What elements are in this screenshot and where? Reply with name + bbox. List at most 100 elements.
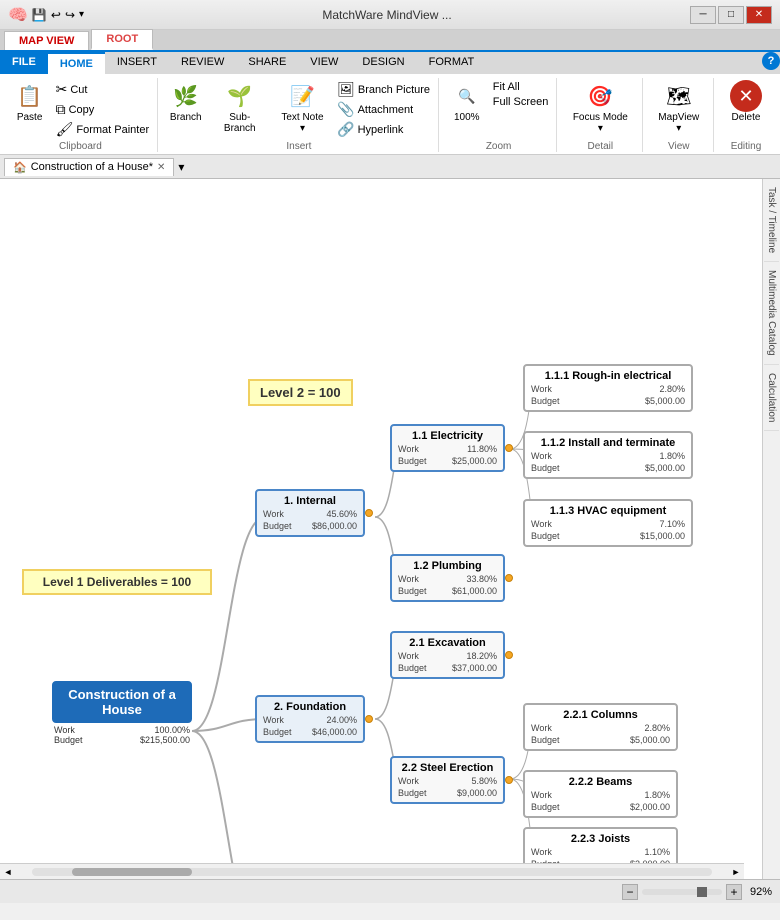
node-columns[interactable]: 2.2.1 Columns Work 2.80% Budget $5,000.0… (523, 703, 678, 751)
tab-dropdown-arrow[interactable]: ▾ (178, 160, 184, 174)
beams-budget: $2,000.00 (630, 802, 670, 812)
paste-label: Paste (17, 112, 43, 123)
tab-design[interactable]: DESIGN (350, 52, 416, 74)
tab-format[interactable]: FORMAT (417, 52, 487, 74)
node-plumbing[interactable]: 1.2 Plumbing Work 33.80% Budget $61,000.… (390, 554, 505, 602)
tab-root[interactable]: ROOT (91, 29, 153, 50)
app-icon: 🧠 (8, 5, 28, 25)
zoom-plus-button[interactable]: + (726, 884, 742, 900)
install-terminate-title: 1.1.2 Install and terminate (531, 437, 685, 449)
focus-mode-icon: 🎯 (584, 80, 616, 112)
zoom-slider[interactable] (642, 889, 722, 895)
tab-review[interactable]: REVIEW (169, 52, 236, 74)
detail-content: 🎯 Focus Mode ▾ (565, 78, 635, 139)
clipboard-small-col: ✂ Cut ⧉ Copy 🖌 Format Painter (54, 78, 152, 139)
tab-map-view[interactable]: MAP VIEW (4, 31, 89, 50)
node-install-terminate[interactable]: 1.1.2 Install and terminate Work 1.80% B… (523, 431, 693, 479)
tab-file[interactable]: FILE (0, 52, 48, 74)
delete-button[interactable]: ✕ Delete (726, 78, 766, 125)
joists-title: 2.2.3 Joists (531, 833, 670, 845)
copy-button[interactable]: ⧉ Copy (54, 100, 152, 119)
foundation-data: Work 24.00% (263, 715, 357, 725)
tab-share[interactable]: SHARE (236, 52, 298, 74)
node-internal[interactable]: 1. Internal Work 45.60% Budget $86,000.0… (255, 489, 365, 537)
beams-work: 1.80% (644, 790, 670, 800)
tab-home[interactable]: HOME (48, 52, 105, 74)
columns-budget-row: Budget $5,000.00 (531, 735, 670, 745)
mapview-button[interactable]: 🗺 MapView ▾ (651, 78, 707, 136)
internal-data: Work 45.60% (263, 509, 357, 519)
title-bar-left: 🧠 💾 ↩ ↪ ▾ (8, 5, 84, 25)
zoom-small-col: Fit All Full Screen (491, 78, 551, 109)
focus-mode-label: Focus Mode ▾ (569, 112, 631, 134)
internal-budget: $86,000.00 (312, 521, 357, 531)
focus-mode-button[interactable]: 🎯 Focus Mode ▾ (565, 78, 635, 136)
node-rough-in[interactable]: 1.1.1 Rough-in electrical Work 2.80% Bud… (523, 364, 693, 412)
copy-label: Copy (69, 104, 95, 116)
sidebar-tab-calculation[interactable]: Calculation (764, 365, 779, 431)
node-root[interactable]: Construction of a House Work 100.00% Bud… (52, 681, 192, 745)
level2-label: Level 2 = 100 (248, 379, 353, 406)
mapview-icon: 🗺 (663, 80, 695, 112)
branch-picture-label: Branch Picture (358, 84, 430, 96)
doc-tab-main[interactable]: 🏠 Construction of a House* ✕ (4, 158, 174, 176)
editing-content: ✕ Delete (726, 78, 766, 139)
quick-save[interactable]: 💾 (32, 8, 47, 22)
ribbon-tabs: FILE HOME INSERT REVIEW SHARE VIEW DESIG… (0, 52, 780, 74)
attachment-button[interactable]: 📎 Attachment (335, 100, 432, 119)
quick-undo[interactable]: ↩ (51, 8, 61, 22)
scroll-h-track[interactable] (32, 868, 712, 876)
sidebar-tab-multimedia[interactable]: Multimedia Catalog (764, 262, 779, 365)
rough-in-box: 1.1.1 Rough-in electrical Work 2.80% Bud… (523, 364, 693, 412)
scroll-left-button[interactable]: ◄ (0, 864, 16, 880)
doc-tab-close[interactable]: ✕ (157, 162, 165, 173)
node-hvac[interactable]: 1.1.3 HVAC equipment Work 7.10% Budget $… (523, 499, 693, 547)
scroll-right-button[interactable]: ► (728, 864, 744, 880)
sub-branch-button[interactable]: 🌱 Sub-Branch (210, 78, 270, 136)
columns-data: Work 2.80% (531, 723, 670, 733)
node-excavation[interactable]: 2.1 Excavation Work 18.20% Budget $37,00… (390, 631, 505, 679)
root-title: Construction of a House (60, 687, 184, 717)
insert-group: 🌿 Branch 🌱 Sub-Branch 📝 Text Note ▾ 🖼 Br… (160, 78, 439, 152)
node-steel-erection[interactable]: 2.2 Steel Erection Work 5.80% Budget $9,… (390, 756, 505, 804)
minimize-button[interactable]: ─ (690, 6, 716, 24)
zoom-minus-button[interactable]: − (622, 884, 638, 900)
hyperlink-button[interactable]: 🔗 Hyperlink (335, 120, 432, 139)
tab-insert[interactable]: INSERT (105, 52, 169, 74)
insert-small-col: 🖼 Branch Picture 📎 Attachment 🔗 Hyperlin… (335, 78, 432, 139)
text-note-button[interactable]: 📝 Text Note ▾ (274, 78, 331, 136)
node-beams[interactable]: 2.2.2 Beams Work 1.80% Budget $2,000.00 (523, 770, 678, 818)
title-bar-dropdown[interactable]: ▾ (79, 9, 84, 20)
zoom-icon: 🔍 (451, 80, 483, 112)
node-electricity[interactable]: 1.1 Electricity Work 11.80% Budget $25,0… (390, 424, 505, 472)
tab-view[interactable]: VIEW (298, 52, 350, 74)
paste-button[interactable]: 📋 Paste (10, 78, 50, 125)
branch-picture-button[interactable]: 🖼 Branch Picture (335, 80, 432, 99)
steel-erection-box: 2.2 Steel Erection Work 5.80% Budget $9,… (390, 756, 505, 804)
horizontal-scrollbar[interactable]: ◄ ► (0, 863, 744, 879)
full-screen-button[interactable]: Full Screen (491, 95, 551, 109)
foundation-budget: $46,000.00 (312, 727, 357, 737)
beams-budget-row: Budget $2,000.00 (531, 802, 670, 812)
install-terminate-box: 1.1.2 Install and terminate Work 1.80% B… (523, 431, 693, 479)
branch-button[interactable]: 🌿 Branch (166, 78, 206, 125)
close-button[interactable]: ✕ (746, 6, 772, 24)
cut-button[interactable]: ✂ Cut (54, 80, 152, 99)
plumbing-data: Work 33.80% (398, 574, 497, 584)
sidebar-tab-task-timeline[interactable]: Task / Timeline (764, 179, 779, 262)
main-area: ▲ ▼ (0, 179, 780, 879)
branch-icon: 🌿 (170, 80, 202, 112)
scroll-h-thumb[interactable] (72, 868, 192, 876)
view-content: 🗺 MapView ▾ (651, 78, 707, 139)
delete-label: Delete (732, 112, 761, 123)
format-painter-button[interactable]: 🖌 Format Painter (54, 120, 152, 139)
branch-picture-icon: 🖼 (337, 81, 355, 98)
quick-redo[interactable]: ↪ (65, 8, 75, 22)
fit-all-button[interactable]: Fit All (491, 80, 551, 94)
excavation-box: 2.1 Excavation Work 18.20% Budget $37,00… (390, 631, 505, 679)
zoom-100-button[interactable]: 🔍 100% (447, 78, 487, 125)
maximize-button[interactable]: □ (718, 6, 744, 24)
node-foundation[interactable]: 2. Foundation Work 24.00% Budget $46,000… (255, 695, 365, 743)
help-button[interactable]: ? (762, 52, 780, 70)
detail-label: Detail (588, 141, 614, 152)
